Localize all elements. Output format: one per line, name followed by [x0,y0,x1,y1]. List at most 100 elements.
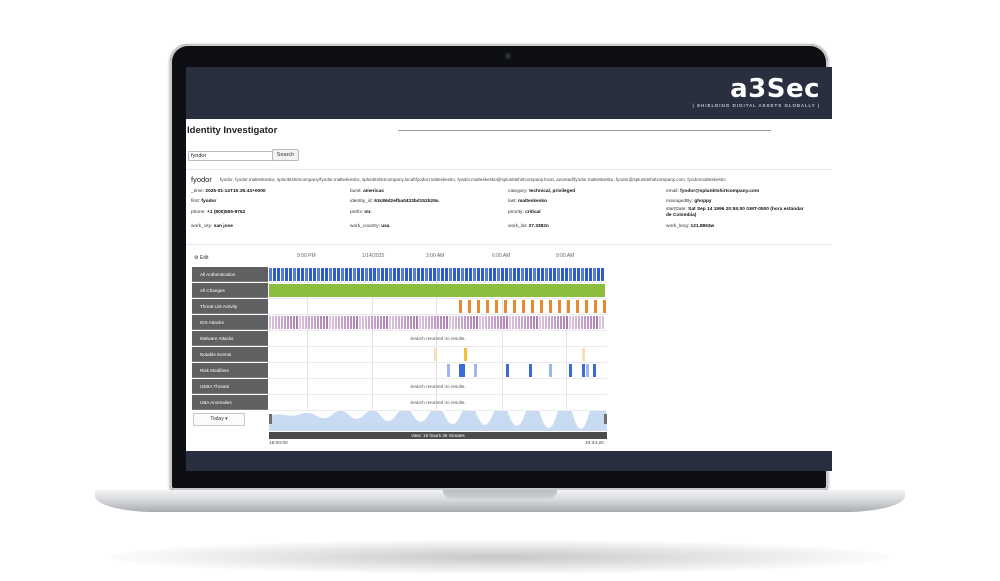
event-bar[interactable] [464,348,467,361]
event-bar[interactable] [381,268,384,281]
event-bar[interactable] [524,316,526,329]
event-bar[interactable] [347,316,349,329]
event-bar[interactable] [585,300,588,313]
event-bar[interactable] [309,268,312,281]
event-bar[interactable] [560,316,562,329]
event-lane[interactable] [269,347,607,362]
event-bar[interactable] [521,316,523,329]
event-bar[interactable] [344,316,346,329]
event-bar[interactable] [301,268,304,281]
event-bar[interactable] [374,316,376,329]
event-bar[interactable] [602,316,604,329]
event-bar[interactable] [461,316,463,329]
event-bar[interactable] [530,316,532,329]
event-bar[interactable] [481,268,484,281]
event-bar[interactable] [441,268,444,281]
event-bar[interactable] [428,316,430,329]
event-bar[interactable] [341,316,343,329]
event-bar[interactable] [482,316,484,329]
search-button[interactable]: Search [272,149,299,161]
event-bar[interactable] [325,268,328,281]
event-bar[interactable] [593,316,595,329]
event-bar[interactable] [553,268,556,281]
event-bar[interactable] [269,284,605,297]
event-bar[interactable] [531,300,534,313]
event-bar[interactable] [269,268,272,281]
lane-label[interactable]: All Changes [192,283,268,298]
event-bar[interactable] [495,300,498,313]
event-bar[interactable] [549,268,552,281]
event-bar[interactable] [401,268,404,281]
event-bar[interactable] [272,316,274,329]
event-bar[interactable] [425,268,428,281]
event-bar[interactable] [500,316,502,329]
event-bar[interactable] [557,268,560,281]
event-bar[interactable] [453,268,456,281]
event-bar[interactable] [380,316,382,329]
event-bar[interactable] [489,268,492,281]
event-bar[interactable] [586,364,589,377]
event-bar[interactable] [413,316,415,329]
event-bar[interactable] [275,316,277,329]
event-bar[interactable] [281,268,284,281]
lane-label[interactable]: All Authentication [192,267,268,282]
event-bar[interactable] [417,268,420,281]
event-bar[interactable] [576,300,579,313]
event-bar[interactable] [395,316,397,329]
event-bar[interactable] [512,316,514,329]
event-bar[interactable] [513,300,516,313]
event-bar[interactable] [314,316,316,329]
event-bar[interactable] [449,268,452,281]
edit-button[interactable]: ⚙ Edit [194,255,209,261]
event-bar[interactable] [452,316,454,329]
event-bar[interactable] [485,316,487,329]
event-bar[interactable] [377,268,380,281]
event-bar[interactable] [449,316,451,329]
event-bar[interactable] [584,316,586,329]
event-bar[interactable] [529,364,532,377]
event-bar[interactable] [397,268,400,281]
event-bar[interactable] [401,316,403,329]
event-bar[interactable] [269,316,271,329]
event-bar[interactable] [522,300,525,313]
event-bar[interactable] [365,268,368,281]
event-bar[interactable] [362,316,364,329]
event-bar[interactable] [389,268,392,281]
event-bar[interactable] [488,316,490,329]
event-bar[interactable] [353,268,356,281]
event-bar[interactable] [305,268,308,281]
event-bar[interactable] [561,268,564,281]
event-bar[interactable] [341,268,344,281]
event-bar[interactable] [273,268,276,281]
event-bar[interactable] [373,268,376,281]
event-bar[interactable] [551,316,553,329]
event-bar[interactable] [422,316,424,329]
event-lane[interactable] [269,283,607,298]
event-bar[interactable] [371,316,373,329]
event-bar[interactable] [404,316,406,329]
event-bar[interactable] [572,316,574,329]
event-bar[interactable] [566,316,568,329]
event-bar[interactable] [477,300,480,313]
event-bar[interactable] [473,268,476,281]
event-bar[interactable] [506,364,509,377]
event-bar[interactable] [537,268,540,281]
event-bar[interactable] [289,268,292,281]
event-bar[interactable] [477,268,480,281]
event-bar[interactable] [386,316,388,329]
event-bar[interactable] [431,316,433,329]
event-bar[interactable] [393,268,396,281]
event-bar[interactable] [518,316,520,329]
event-bar[interactable] [320,316,322,329]
event-bar[interactable] [563,316,565,329]
event-bar[interactable] [501,268,504,281]
event-bar[interactable] [517,268,520,281]
event-bar[interactable] [549,300,552,313]
event-bar[interactable] [345,268,348,281]
event-bar[interactable] [577,268,580,281]
event-bar[interactable] [461,268,464,281]
event-bar[interactable] [398,316,400,329]
event-bar[interactable] [433,268,436,281]
event-bar[interactable] [527,316,529,329]
event-bar[interactable] [429,268,432,281]
